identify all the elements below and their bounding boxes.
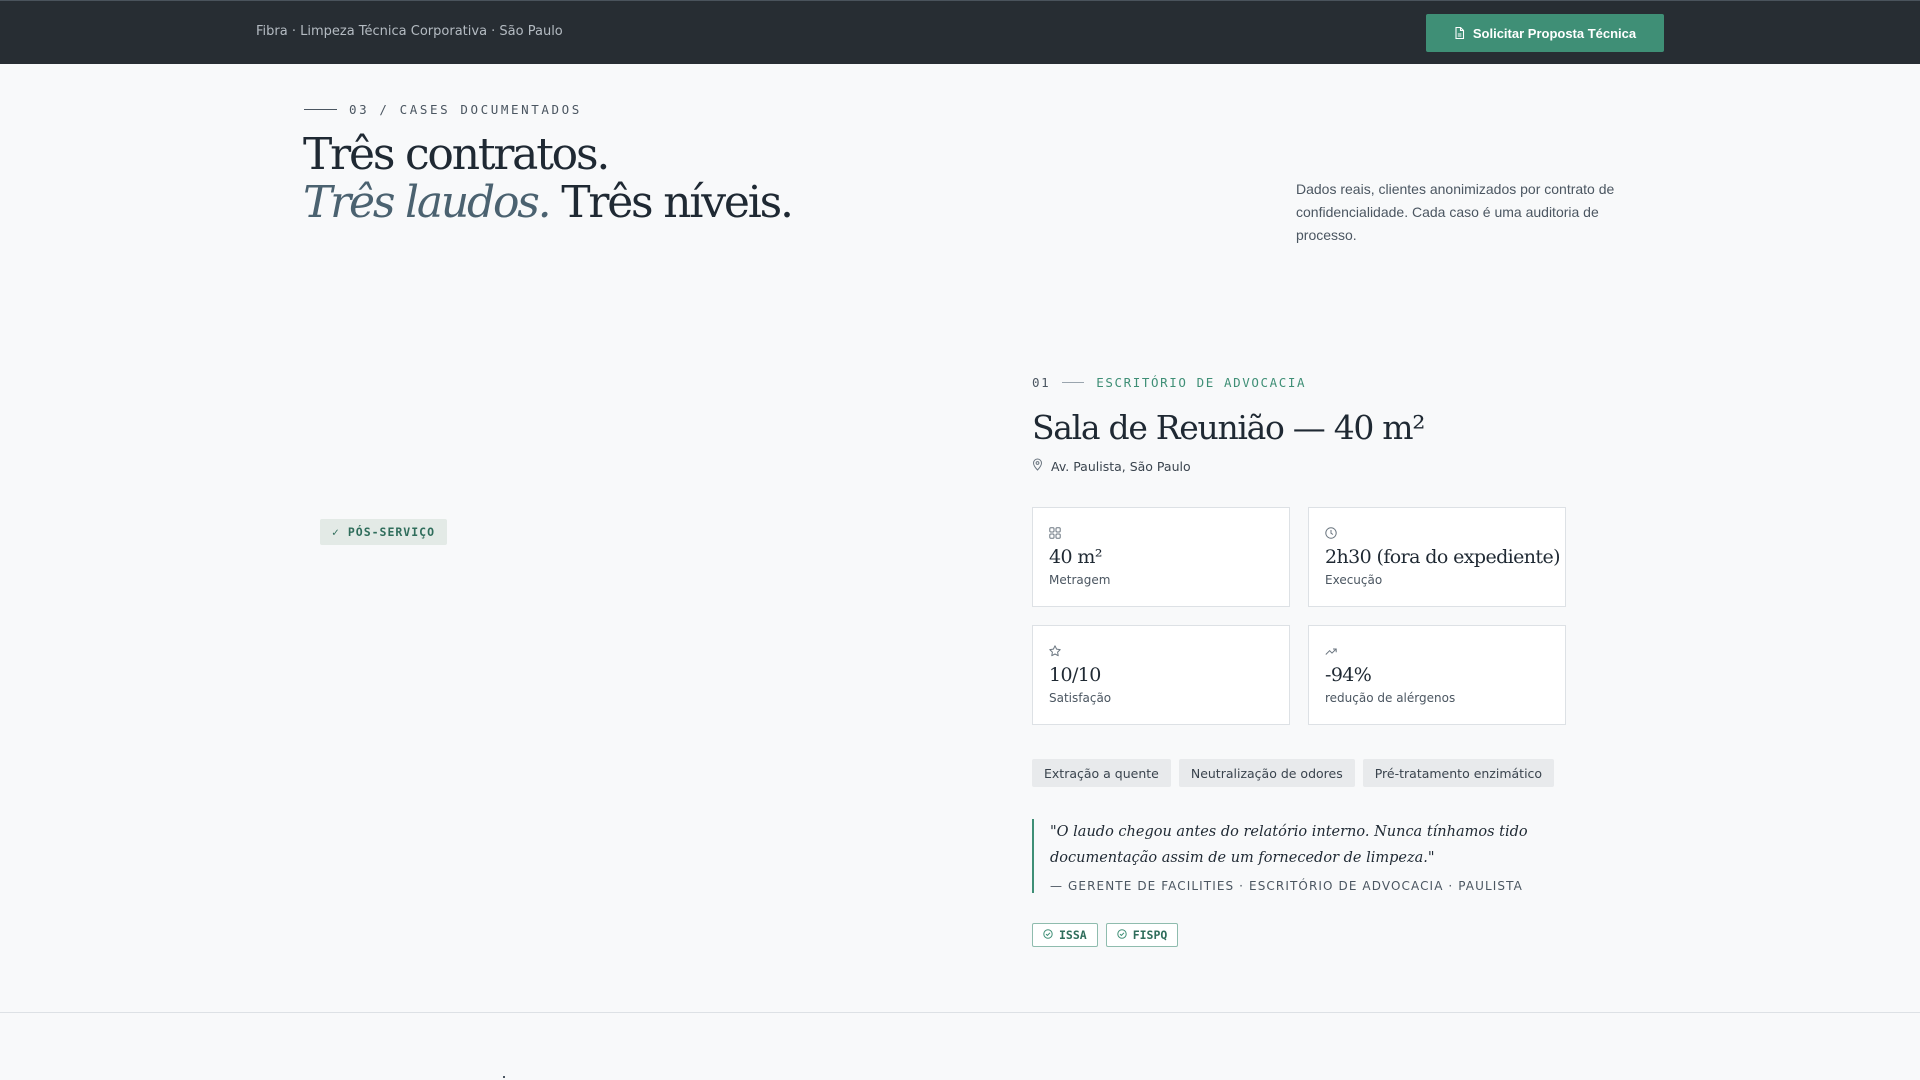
headline-line-1: Três contratos.	[303, 129, 610, 180]
stat-label: Satisfação	[1049, 691, 1112, 705]
headline-line-2: Três laudos. Três níveis.	[303, 177, 794, 228]
case-number: 01	[1032, 375, 1051, 390]
cert-label: ISSA	[1059, 928, 1087, 942]
check-circle-icon	[1117, 928, 1127, 942]
case-title: Sala de Reunião — 40 m²	[1032, 408, 1426, 447]
quote-text: "O laudo chegou antes do relatório inter…	[1050, 824, 1528, 866]
technique-tags: Extração a quente Neutralização de odore…	[1032, 759, 1555, 787]
stat-value: 10/10	[1049, 664, 1101, 686]
stat-label: redução de alérgenos	[1325, 691, 1456, 705]
check-circle-icon	[1043, 928, 1053, 942]
document-icon	[1454, 27, 1465, 39]
cert-badge-fispq: FISPQ	[1105, 923, 1179, 947]
section-intro: Dados reais, clientes anonimizados por c…	[1296, 181, 1615, 243]
technique-tag: Pré-tratamento enzimático	[1362, 759, 1555, 787]
case-category: ESCRITÓRIO DE ADVOCACIA	[1096, 375, 1307, 390]
client-quote: "O laudo chegou antes do relatório inter…	[1032, 819, 1610, 893]
stat-card-area: 40 m² Metragem	[1032, 507, 1290, 607]
stat-card-satisfaction: 10/10 Satisfação	[1032, 625, 1290, 725]
eyebrow-rule	[304, 109, 337, 110]
headline-rest: Três níveis.	[549, 177, 794, 228]
case-location: Av. Paulista, São Paulo	[1032, 458, 1191, 474]
map-pin-icon	[1032, 458, 1043, 474]
case-location-text: Av. Paulista, São Paulo	[1051, 458, 1191, 474]
post-service-badge: ✓ PÓS-SERVIÇO	[320, 519, 448, 545]
headline-italic: Três laudos.	[303, 177, 552, 228]
case-meta-rule	[1062, 382, 1085, 383]
trend-up-icon	[1325, 642, 1337, 655]
top-bar: Fibra · Limpeza Técnica Corporativa · Sã…	[0, 0, 1920, 64]
eyebrow-label: 03 / CASES DOCUMENTADOS	[349, 102, 582, 117]
stat-value: 40 m²	[1049, 546, 1102, 568]
cert-label: FISPQ	[1132, 928, 1168, 942]
cert-badge-issa: ISSA	[1032, 923, 1098, 947]
star-icon	[1049, 642, 1061, 657]
stat-card-execution: 2h30 (fora do expediente) Execução	[1308, 507, 1566, 607]
clock-icon	[1325, 524, 1337, 539]
case-meta: 01 ESCRITÓRIO DE ADVOCACIA	[1032, 375, 1306, 390]
section-headline: Três contratos. Três laudos. Três níveis…	[303, 129, 794, 228]
stat-label: Execução	[1325, 573, 1383, 587]
grid-icon	[1049, 524, 1061, 539]
stat-label: Metragem	[1049, 573, 1111, 587]
section-eyebrow: 03 / CASES DOCUMENTADOS	[304, 102, 582, 117]
certifications: ISSA FISPQ	[1032, 923, 1179, 947]
brand-line: Fibra · Limpeza Técnica Corporativa · Sã…	[256, 24, 563, 39]
request-proposal-label: Solicitar Proposta Técnica	[1472, 25, 1637, 41]
technique-tag: Neutralização de odores	[1178, 759, 1355, 787]
next-section-glyph	[503, 1076, 505, 1078]
stat-card-allergens: -94% redução de alérgenos	[1308, 625, 1566, 725]
section-divider	[0, 1012, 1920, 1013]
request-proposal-button[interactable]: Solicitar Proposta Técnica	[1426, 14, 1664, 52]
stat-value: -94%	[1325, 664, 1372, 686]
quote-author: — GERENTE DE FACILITIES · ESCRITÓRIO DE …	[1050, 879, 1523, 893]
technique-tag: Extração a quente	[1032, 759, 1171, 787]
stat-value: 2h30 (fora do expediente)	[1325, 546, 1561, 568]
